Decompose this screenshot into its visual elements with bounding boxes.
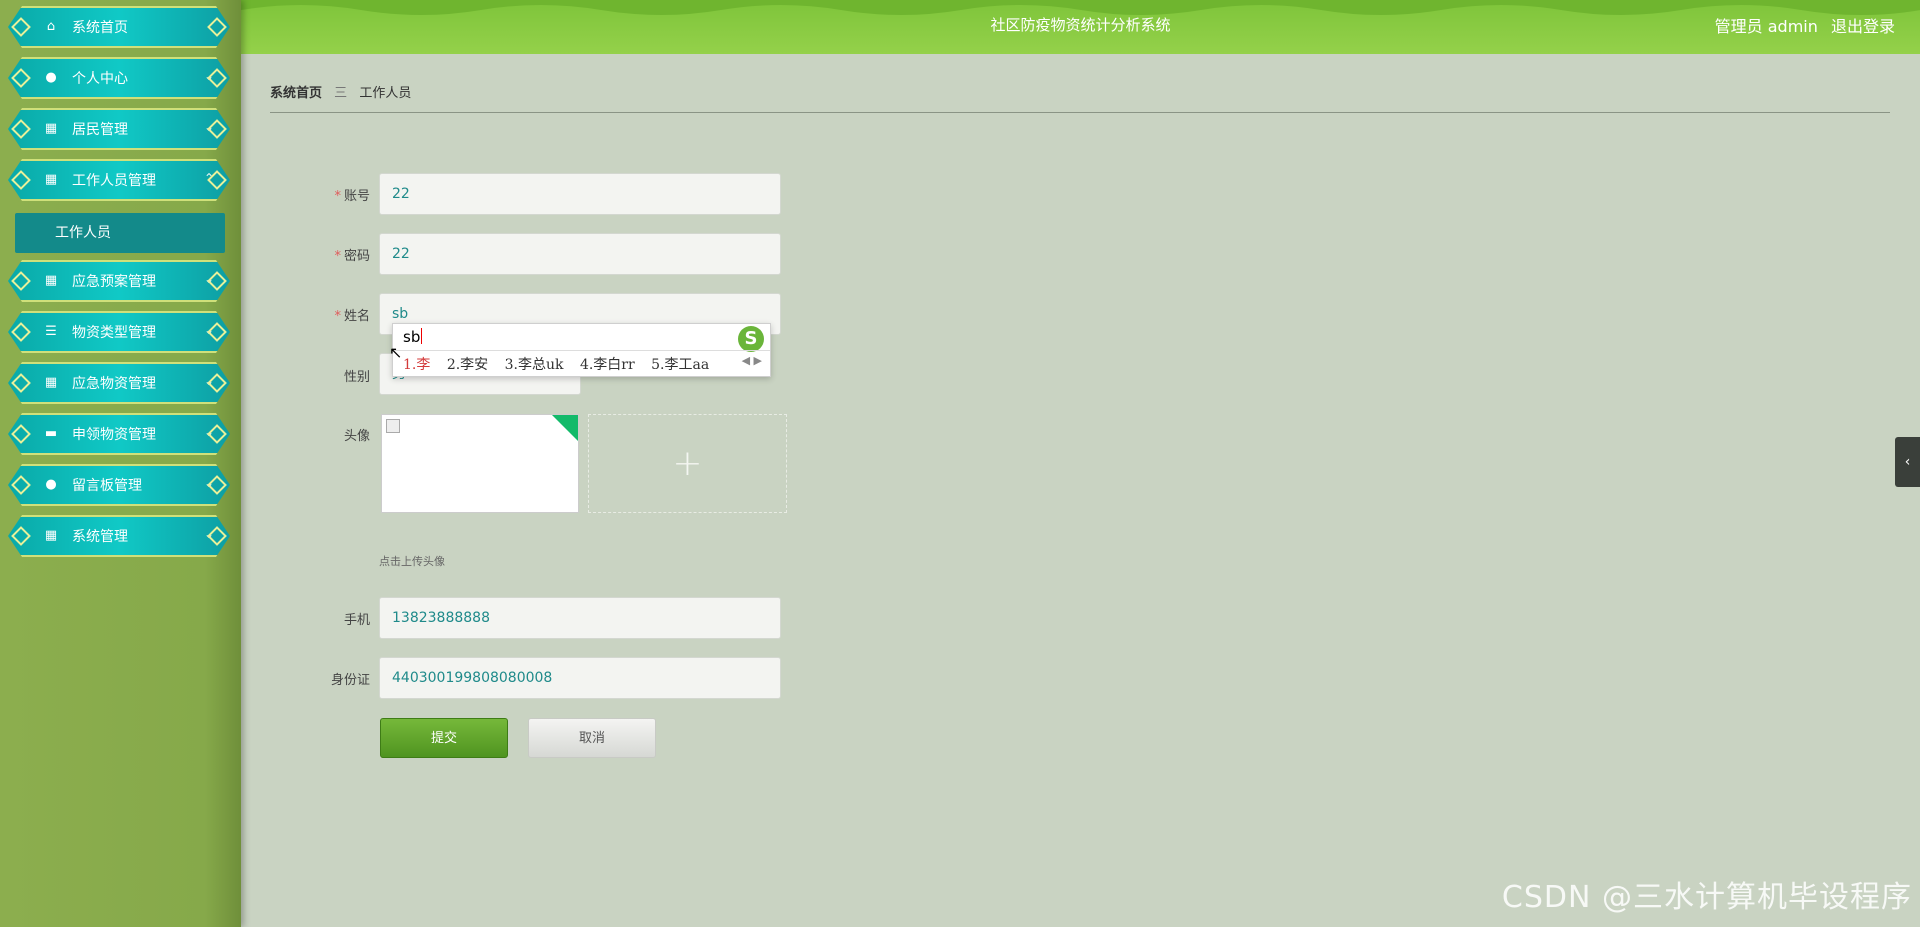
phone-label: 手机 [343, 613, 370, 628]
required-mark: * [334, 249, 341, 264]
name-label: * 姓名 [334, 309, 370, 324]
sidebar-item-system[interactable]: ▦ 系统管理 ⌄ [8, 515, 230, 557]
sliders-icon: ☰ [45, 324, 57, 339]
broken-image-icon [386, 419, 400, 433]
idcard-input[interactable]: 440300199808080008 [379, 657, 781, 699]
diamond-ornament [11, 322, 31, 342]
required-mark: * [334, 189, 341, 204]
bulb-icon: ● [45, 477, 57, 492]
sidebar-item-label: 系统首页 [72, 20, 128, 36]
sidebar-item-supply-requests[interactable]: ▬ 申领物资管理 ⌄ [8, 413, 230, 455]
diamond-ornament [11, 526, 31, 546]
diamond-ornament [11, 170, 31, 190]
ime-candidate[interactable]: 1.李 [403, 357, 430, 373]
sidebar-item-profile[interactable]: ● 个人中心 ⌄ [8, 57, 230, 99]
sidebar-item-supply-types[interactable]: ☰ 物资类型管理 ⌄ [8, 311, 230, 353]
corner-badge [552, 415, 578, 441]
sidebar-item-label: 留言板管理 [72, 478, 142, 494]
ime-page-arrows-icon[interactable]: ◀ ▶ [742, 354, 762, 367]
top-header: 社区防疫物资统计分析系统 管理员 admin 退出登录 [241, 0, 1920, 54]
app-title: 社区防疫物资统计分析系统 [990, 16, 1171, 34]
avatar-preview [381, 414, 579, 513]
user-icon: ● [45, 70, 57, 85]
home-icon: ⌂ [46, 19, 56, 34]
diamond-ornament [11, 271, 31, 291]
grid-icon: ▦ [44, 121, 58, 136]
account-label: * 账号 [334, 189, 370, 204]
sidebar-item-label: 物资类型管理 [72, 325, 156, 341]
ime-candidate[interactable]: 3.李总uk [505, 357, 564, 373]
account-input[interactable]: 22 [379, 173, 781, 215]
grid-icon: ▦ [44, 375, 58, 390]
diamond-ornament [11, 68, 31, 88]
phone-input[interactable]: 13823888888 [379, 597, 781, 639]
cancel-button[interactable]: 取消 [528, 718, 656, 758]
sidebar-item-label: 申领物资管理 [72, 427, 156, 443]
sidebar: ⌂ 系统首页 ● 个人中心 ⌄ ▦ 居民管理 ⌄ ▦ 工作人员管理 ⌃ 工作人员… [0, 0, 241, 927]
grid-icon: ▦ [44, 172, 58, 187]
ime-logo-icon: S [738, 326, 764, 352]
divider [393, 350, 770, 351]
ime-candidate[interactable]: 5.李工aa [651, 357, 709, 373]
diamond-ornament [11, 119, 31, 139]
grid-icon: ▦ [44, 528, 58, 543]
breadcrumb-separator: 三 [334, 86, 348, 101]
current-user: 管理员 admin [1714, 17, 1818, 36]
diamond-ornament [207, 17, 227, 37]
watermark: CSDN @三水计算机毕设程序 [1501, 880, 1912, 915]
ime-candidate[interactable]: 4.李白rr [580, 357, 635, 373]
ime-composition: sb [403, 328, 421, 346]
sidebar-item-label: 应急物资管理 [72, 376, 156, 392]
avatar-label: 头像 [343, 429, 370, 444]
avatar-upload-button[interactable]: + [588, 414, 787, 513]
mouse-cursor-icon: ↖ [389, 343, 403, 362]
sidebar-item-emergency-plan[interactable]: ▦ 应急预案管理 ⌄ [8, 260, 230, 302]
sidebar-item-label: 工作人员管理 [72, 173, 156, 189]
breadcrumb: 系统首页 三 工作人员 [270, 82, 411, 101]
password-input[interactable]: 22 [379, 233, 781, 275]
diamond-ornament [11, 17, 31, 37]
sidebar-item-message-board[interactable]: ● 留言板管理 ⌄ [8, 464, 230, 506]
idcard-label: 身份证 [330, 673, 370, 688]
collapse-panel-button[interactable]: ‹ [1895, 437, 1920, 487]
ime-candidate[interactable]: 2.李安 [447, 357, 488, 373]
briefcase-icon: ▬ [44, 426, 58, 441]
grid-icon: ▦ [44, 273, 58, 288]
user-area: 管理员 admin 退出登录 [1707, 13, 1895, 37]
sidebar-item-label: 个人中心 [72, 71, 128, 87]
sidebar-item-emergency-supplies[interactable]: ▦ 应急物资管理 ⌄ [8, 362, 230, 404]
diamond-ornament [11, 475, 31, 495]
sidebar-item-home[interactable]: ⌂ 系统首页 [8, 6, 230, 48]
password-label: * 密码 [334, 249, 370, 264]
ime-candidates: 1.李 2.李安 3.李总uk 4.李白rr 5.李工aa [403, 354, 721, 374]
gender-label: 性别 [343, 370, 370, 385]
sidebar-subitem-staff[interactable]: 工作人员 [15, 213, 225, 253]
submit-button[interactable]: 提交 [380, 718, 508, 758]
logout-link[interactable]: 退出登录 [1831, 17, 1895, 36]
sidebar-item-label: 系统管理 [72, 529, 128, 545]
ime-candidate-popup: sb S 1.李 2.李安 3.李总uk 4.李白rr 5.李工aa ◀ ▶ [392, 323, 771, 377]
sidebar-item-staff[interactable]: ▦ 工作人员管理 ⌃ [8, 159, 230, 201]
diamond-ornament [11, 424, 31, 444]
divider [270, 112, 1890, 113]
sidebar-item-label: 居民管理 [72, 122, 128, 138]
diamond-ornament [11, 373, 31, 393]
sidebar-item-label: 应急预案管理 [72, 274, 156, 290]
breadcrumb-home[interactable]: 系统首页 [270, 86, 322, 101]
required-mark: * [334, 309, 341, 324]
breadcrumb-current: 工作人员 [359, 86, 412, 101]
avatar-upload-hint: 点击上传头像 [379, 555, 445, 568]
sidebar-item-residents[interactable]: ▦ 居民管理 ⌄ [8, 108, 230, 150]
